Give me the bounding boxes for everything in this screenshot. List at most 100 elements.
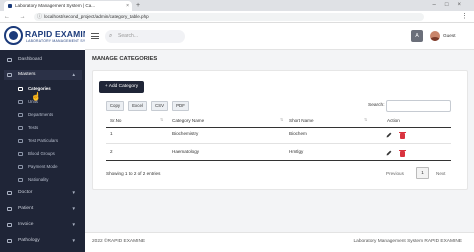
translate-icon[interactable]: A [411, 30, 423, 42]
logo-icon [4, 26, 23, 45]
sidebar-item-label: Patient [18, 206, 34, 211]
sort-icon[interactable]: ⇅ [364, 117, 367, 122]
sidebar-item-invoice[interactable]: Invoice ▼ [4, 220, 82, 230]
column-header-srno[interactable]: Sr.No [110, 118, 122, 123]
info-icon: ⓘ [37, 14, 43, 20]
sidebar-subitem-units[interactable]: Units [4, 97, 82, 107]
chevron-down-icon: ▼ [71, 238, 76, 243]
window-controls[interactable]: –□× [433, 0, 470, 11]
nationality-icon [18, 178, 23, 182]
sidebar-subitem-blood-groups[interactable]: Blood Groups [4, 149, 82, 159]
table-row-divider [106, 143, 451, 144]
url-text: localhost/second_project/admin/category_… [44, 14, 149, 19]
table-bottom-divider [106, 160, 451, 161]
browser-tab[interactable]: Laboratory Management System | Ca... × [4, 1, 132, 11]
topbar: ⌕ Search... A Guest [85, 23, 474, 50]
footer-copyright: 2022 ©RAPID EXAMINE [92, 239, 146, 244]
add-category-button[interactable]: + Add Category [99, 81, 144, 93]
chevron-down-icon: ▼ [71, 190, 76, 195]
invoice-icon [7, 223, 12, 227]
page-1-button[interactable]: 1 [416, 167, 429, 179]
table-search-input[interactable] [386, 100, 451, 112]
brand-header[interactable]: RAPID EXAMINE LABORATORY MANAGEMENT SYST… [0, 23, 96, 50]
page-title: MANAGE CATEGORIES [92, 56, 158, 62]
blood-groups-icon [18, 152, 23, 156]
excel-button[interactable]: Excel [128, 101, 147, 111]
pathology-icon [7, 239, 12, 243]
table-search-label: Search: [368, 103, 385, 108]
user-name[interactable]: Guest [443, 32, 456, 40]
chevron-down-icon: ▼ [71, 222, 76, 227]
sidebar-subitem-payment-mode[interactable]: Payment Mode [4, 162, 82, 172]
cell-category-name: Biochemistry [172, 131, 199, 136]
chevron-up-icon: ▲ [71, 72, 76, 77]
sidebar-subitem-nationality[interactable]: Nationality [4, 175, 82, 185]
test-particulars-icon [18, 139, 23, 143]
sidebar-item-doctor[interactable]: Doctor ▼ [4, 188, 82, 198]
csv-button[interactable]: CSV [151, 101, 168, 111]
sort-icon[interactable]: ⇅ [280, 117, 283, 122]
table-info: Showing 1 to 2 of 2 entries [106, 171, 161, 176]
cell-short-name: Biochem [289, 131, 307, 136]
next-page-button[interactable]: Next [436, 171, 445, 176]
footer: 2022 ©RAPID EXAMINE Laboratory Managemen… [85, 232, 474, 252]
avatar[interactable] [430, 31, 440, 41]
cell-srno: 2 [110, 149, 113, 154]
sidebar-item-dashboard[interactable]: Dashboard [4, 55, 82, 65]
masters-icon [7, 73, 12, 77]
sort-icon[interactable]: ⇅ [160, 117, 163, 122]
sidebar-subitem-categories[interactable]: Categories [4, 84, 82, 94]
tests-icon [18, 126, 23, 130]
sidebar-subitem-label: Tests [28, 125, 39, 130]
sidebar-item-label: Dashboard [18, 57, 42, 62]
mouse-pointer-icon: ☝ [31, 92, 41, 101]
browser-menu-icon[interactable]: ⋮ [461, 12, 468, 22]
search-input[interactable]: ⌕ Search... [105, 30, 185, 43]
sidebar-item-pathology[interactable]: Pathology ▼ [4, 236, 82, 246]
delete-icon[interactable] [399, 132, 406, 139]
sidebar-item-label: Invoice [18, 222, 34, 227]
sidebar-subitem-label: Payment Mode [28, 164, 58, 169]
patient-icon [7, 207, 12, 211]
sidebar-subitem-label: Blood Groups [28, 151, 55, 156]
sidebar-item-patient[interactable]: Patient ▼ [4, 204, 82, 214]
search-placeholder: Search... [118, 33, 139, 39]
sidebar-subitem-departments[interactable]: Departments [4, 110, 82, 120]
close-tab-icon[interactable]: × [126, 1, 129, 11]
column-header-category-name[interactable]: Category Name [172, 118, 204, 123]
delete-icon[interactable] [399, 150, 406, 157]
departments-icon [18, 113, 23, 117]
edit-icon[interactable] [386, 150, 392, 156]
sidebar-subitem-label: Categories [28, 86, 51, 91]
address-bar: ← → ⟳ ⓘ localhost/second_project/admin/c… [0, 11, 474, 23]
browser-tab-strip: Laboratory Management System | Ca... × +… [0, 0, 474, 11]
cell-category-name: Haematology [172, 149, 200, 154]
previous-page-button[interactable]: Previous [386, 171, 404, 176]
units-icon [18, 100, 23, 104]
sidebar-item-label: Pathology [18, 238, 40, 243]
sidebar-subitem-label: Departments [28, 112, 54, 117]
sidebar-item-masters[interactable]: Masters ▲ [4, 70, 82, 80]
tab-title: Laboratory Management System | Ca... [15, 3, 96, 8]
cell-srno: 1 [110, 131, 113, 136]
chevron-down-icon: ▼ [71, 206, 76, 211]
column-header-action: Action [387, 118, 400, 123]
pdf-button[interactable]: PDF [172, 101, 189, 111]
edit-icon[interactable] [386, 132, 392, 138]
sidebar-item-label: Masters [18, 72, 36, 77]
sidebar-subitem-tests[interactable]: Tests [4, 123, 82, 133]
cell-short-name: Hmtlgy [289, 149, 304, 154]
new-tab-icon[interactable]: + [136, 0, 140, 11]
categories-icon [18, 87, 23, 91]
sidebar-subitem-label: Nationality [28, 177, 49, 182]
sidebar-subitem-test-particulars[interactable]: Test Particulars [4, 136, 82, 146]
url-field[interactable]: ⓘ localhost/second_project/admin/categor… [34, 13, 424, 21]
doctor-icon [7, 191, 12, 195]
copy-button[interactable]: Copy [106, 101, 124, 111]
sidebar-item-label: Doctor [18, 190, 33, 195]
sidebar-subitem-label: Test Particulars [28, 138, 59, 143]
dashboard-icon [7, 58, 12, 62]
hamburger-menu-icon[interactable] [91, 33, 99, 39]
column-header-short-name[interactable]: Short Name [289, 118, 314, 123]
search-icon: ⌕ [109, 33, 113, 39]
